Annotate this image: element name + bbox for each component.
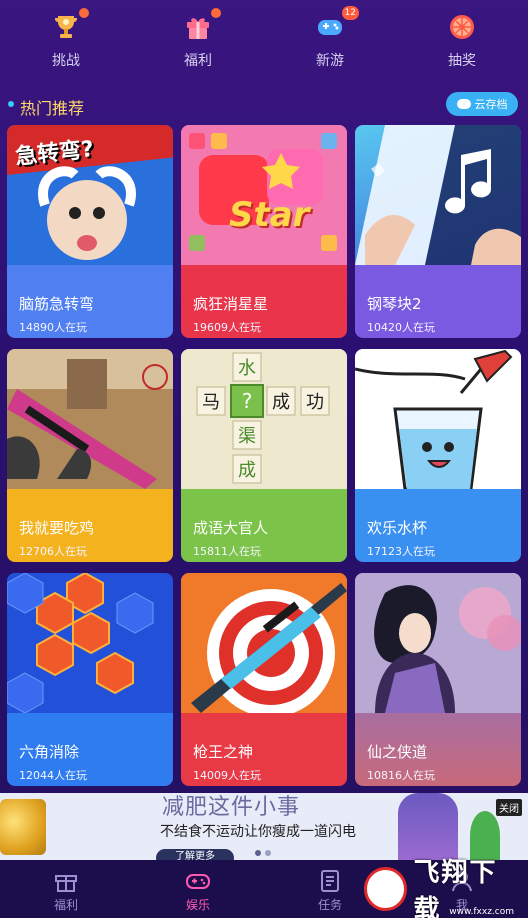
notification-dot bbox=[79, 8, 89, 18]
cloud-save-button[interactable]: 云存档 bbox=[446, 92, 518, 116]
game-card[interactable]: 仙之侠道 10816人在玩 bbox=[355, 573, 521, 786]
notification-dot bbox=[211, 8, 221, 18]
game-info: 成语大官人 15811人在玩 bbox=[181, 489, 347, 562]
game-card[interactable]: 钢琴块2 10420人在玩 bbox=[355, 125, 521, 338]
game-info: 钢琴块2 10420人在玩 bbox=[355, 265, 521, 338]
svg-text:?: ? bbox=[242, 389, 253, 413]
game-players: 10420人在玩 bbox=[367, 321, 435, 334]
game-thumbnail bbox=[355, 349, 521, 491]
gamepad-icon bbox=[186, 874, 210, 889]
ad-pagination bbox=[255, 850, 271, 856]
ad-figure-image bbox=[398, 793, 458, 860]
game-thumbnail bbox=[355, 573, 521, 713]
gift-box-icon bbox=[55, 875, 77, 892]
tab-label: 娱乐 bbox=[185, 898, 210, 912]
game-players: 12706人在玩 bbox=[19, 545, 87, 558]
nav-item-lottery[interactable]: 抽奖 bbox=[396, 0, 528, 82]
game-card[interactable]: 六角消除 12044人在玩 bbox=[7, 573, 173, 786]
ad-subtitle: 不结食不运动让你瘦成一道闪电 bbox=[160, 824, 356, 840]
game-info: 疯狂消星星 19609人在玩 bbox=[181, 265, 347, 338]
game-card[interactable]: 我就要吃鸡 12706人在玩 bbox=[7, 349, 173, 562]
gamepad-icon: 12 bbox=[315, 6, 359, 42]
game-name: 枪王之神 bbox=[193, 743, 254, 761]
game-name: 钢琴块2 bbox=[367, 295, 422, 313]
game-name: 我就要吃鸡 bbox=[19, 519, 95, 537]
game-name: 仙之侠道 bbox=[367, 743, 428, 761]
game-thumbnail: 水 马 ? 成 功 渠 成 bbox=[181, 349, 347, 489]
nav-label: 挑战 bbox=[52, 53, 80, 69]
nav-item-new-games[interactable]: 12 新游 bbox=[264, 0, 396, 82]
watermark-site: www.fxxz.com bbox=[449, 907, 514, 917]
game-thumbnail: Star bbox=[181, 125, 347, 265]
tab-welfare[interactable]: 福利 bbox=[0, 860, 132, 918]
top-nav: 挑战 福利 12 新游 抽奖 bbox=[0, 0, 528, 82]
game-card[interactable]: 枪王之神 14009人在玩 bbox=[181, 573, 347, 786]
game-info: 脑筋急转弯 14890人在玩 bbox=[7, 265, 173, 338]
gift-icon bbox=[183, 8, 221, 42]
game-info: 仙之侠道 10816人在玩 bbox=[355, 713, 521, 786]
section-dot bbox=[8, 101, 14, 107]
ad-learn-more-button[interactable]: 了解更多 bbox=[156, 849, 234, 860]
game-art-title: Star bbox=[229, 195, 310, 235]
nav-label: 抽奖 bbox=[448, 53, 476, 69]
game-players: 14009人在玩 bbox=[193, 769, 261, 782]
nav-label: 新游 bbox=[316, 53, 344, 69]
game-thumbnail: 急转弯? bbox=[7, 125, 173, 265]
game-name: 成语大官人 bbox=[193, 519, 269, 537]
game-thumbnail bbox=[7, 573, 173, 714]
tab-label: 福利 bbox=[53, 898, 78, 912]
svg-text:马: 马 bbox=[202, 392, 220, 413]
nav-item-challenge[interactable]: 挑战 bbox=[0, 0, 132, 82]
prize-wheel-icon bbox=[447, 12, 477, 42]
svg-text:成: 成 bbox=[238, 460, 256, 481]
cloud-upload-icon bbox=[456, 99, 471, 109]
nav-item-welfare[interactable]: 福利 bbox=[132, 0, 264, 82]
game-players: 15811人在玩 bbox=[193, 545, 261, 558]
new-games-badge: 12 bbox=[341, 6, 359, 20]
nav-label: 福利 bbox=[184, 53, 212, 69]
watermark-logo-icon bbox=[364, 867, 408, 911]
game-name: 脑筋急转弯 bbox=[19, 295, 95, 313]
ad-headline: 减肥这件小事 bbox=[162, 795, 301, 820]
ad-close-button[interactable]: 关闭 bbox=[496, 799, 522, 816]
svg-text:成: 成 bbox=[272, 392, 290, 413]
game-thumbnail bbox=[181, 573, 347, 717]
svg-text:功: 功 bbox=[306, 392, 324, 413]
game-card[interactable]: Star 疯狂消星星 19609人在玩 bbox=[181, 125, 347, 338]
game-info: 我就要吃鸡 12706人在玩 bbox=[7, 489, 173, 562]
game-thumbnail bbox=[7, 349, 173, 489]
ad-coins-image bbox=[0, 799, 46, 855]
svg-text:水: 水 bbox=[238, 358, 256, 379]
game-card[interactable]: 欢乐水杯 17123人在玩 bbox=[355, 349, 521, 562]
game-info: 六角消除 12044人在玩 bbox=[7, 713, 173, 786]
game-card[interactable]: 急转弯? 脑筋急转弯 14890人在玩 bbox=[7, 125, 173, 338]
game-players: 17123人在玩 bbox=[367, 545, 435, 558]
game-info: 欢乐水杯 17123人在玩 bbox=[355, 489, 521, 562]
tab-entertainment[interactable]: 娱乐 bbox=[132, 860, 264, 918]
game-players: 10816人在玩 bbox=[367, 769, 435, 782]
game-players: 14890人在玩 bbox=[19, 321, 87, 334]
ad-banner[interactable]: 减肥这件小事 不结食不运动让你瘦成一道闪电 了解更多 关闭 bbox=[0, 793, 528, 860]
game-players: 19609人在玩 bbox=[193, 321, 261, 334]
svg-text:渠: 渠 bbox=[238, 426, 256, 447]
game-players: 12044人在玩 bbox=[19, 769, 87, 782]
game-info: 枪王之神 14009人在玩 bbox=[181, 713, 347, 786]
tab-label: 任务 bbox=[317, 898, 342, 912]
game-name: 欢乐水杯 bbox=[367, 519, 428, 537]
task-list-icon bbox=[321, 870, 339, 892]
cloud-save-label: 云存档 bbox=[474, 98, 508, 111]
watermark: 飞翔下载 www.fxxz.com bbox=[364, 858, 524, 918]
trophy-icon bbox=[51, 8, 89, 42]
game-name: 疯狂消星星 bbox=[193, 295, 269, 313]
section-title: 热门推荐 bbox=[20, 99, 85, 118]
game-card[interactable]: 水 马 ? 成 功 渠 成 成语大官人 15811人在玩 bbox=[181, 349, 347, 562]
game-name: 六角消除 bbox=[19, 743, 80, 761]
game-thumbnail bbox=[355, 125, 521, 265]
section-header: 热门推荐 云存档 bbox=[0, 92, 528, 118]
